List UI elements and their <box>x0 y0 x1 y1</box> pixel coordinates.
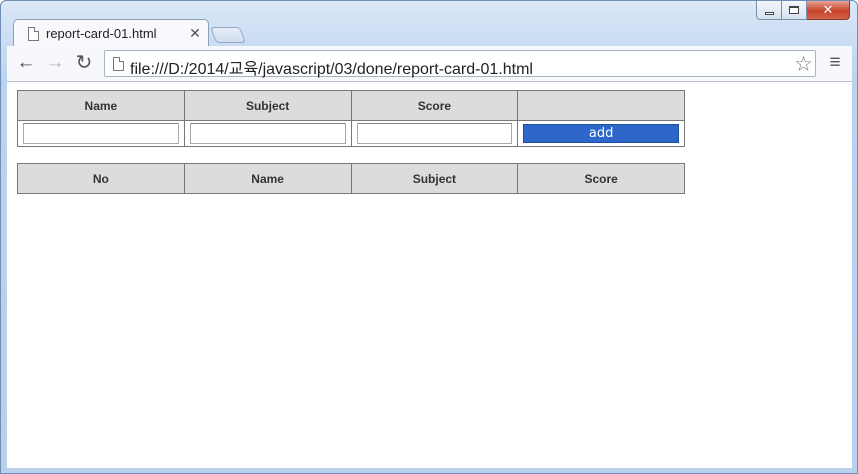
browser-tab[interactable]: report-card-01.html ✕ <box>13 19 209 47</box>
report-list-table: No Name Subject Score <box>17 163 685 194</box>
browser-toolbar: ← → ↻ file:///D:/2014/교육/javascript/03/d… <box>7 46 852 82</box>
new-tab-button[interactable] <box>210 27 246 43</box>
score-input[interactable] <box>356 123 513 144</box>
page-icon <box>28 27 39 41</box>
close-icon: ✕ <box>822 2 834 17</box>
tab-title: report-card-01.html <box>46 26 157 41</box>
header-score: Score <box>350 90 519 121</box>
header-name: Name <box>17 90 185 121</box>
hamburger-menu-icon[interactable]: ≡ <box>825 52 845 74</box>
browser-window: ✕ report-card-01.html ✕ ← → ↻ file:///D:… <box>0 0 858 474</box>
maximize-button[interactable] <box>782 1 807 20</box>
forward-arrow-icon[interactable]: → <box>44 52 66 74</box>
subject-input[interactable] <box>189 123 346 144</box>
header-no: No <box>17 163 185 194</box>
reload-icon[interactable]: ↻ <box>73 52 95 74</box>
star-icon[interactable]: ☆ <box>794 52 813 77</box>
header-score: Score <box>517 163 685 194</box>
tab-close-icon[interactable]: ✕ <box>188 25 202 42</box>
minimize-button[interactable] <box>756 1 782 20</box>
score-cell <box>350 120 519 147</box>
window-controls: ✕ <box>756 1 850 21</box>
list-header-row: No Name Subject Score <box>17 163 685 194</box>
header-subject: Subject <box>183 90 352 121</box>
url-text[interactable]: file:///D:/2014/교육/javascript/03/done/re… <box>130 55 533 79</box>
name-cell <box>17 120 185 147</box>
entry-form-table: Name Subject Score add <box>17 90 685 147</box>
address-bar[interactable]: file:///D:/2014/교육/javascript/03/done/re… <box>104 50 816 79</box>
add-button[interactable]: add <box>523 124 679 143</box>
minimize-icon <box>764 11 774 15</box>
add-cell: add <box>517 120 685 147</box>
header-action <box>517 90 685 121</box>
header-name: Name <box>183 163 352 194</box>
close-window-button[interactable]: ✕ <box>807 1 850 20</box>
form-header-row: Name Subject Score <box>17 90 685 121</box>
file-page-icon <box>113 57 124 71</box>
maximize-icon <box>789 6 799 14</box>
name-input[interactable] <box>23 123 179 144</box>
header-subject: Subject <box>350 163 519 194</box>
page-content: Name Subject Score add No Name Subject S… <box>7 82 852 468</box>
subject-cell <box>183 120 352 147</box>
back-arrow-icon[interactable]: ← <box>15 52 37 74</box>
form-input-row: add <box>17 120 685 147</box>
